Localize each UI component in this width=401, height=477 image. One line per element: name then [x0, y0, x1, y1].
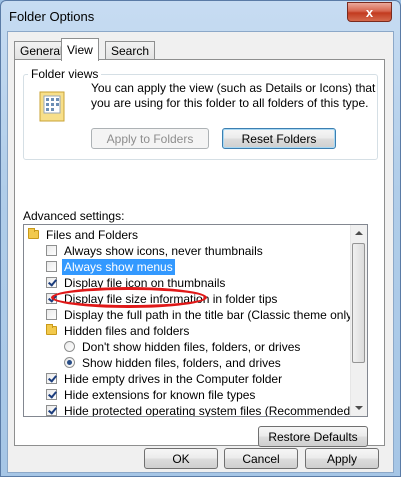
checkbox[interactable] [46, 389, 57, 400]
folder-options-window: Folder Options x General View Search Fol… [0, 0, 401, 477]
ok-button[interactable]: OK [144, 448, 218, 469]
apply-button[interactable]: Apply [305, 448, 379, 469]
folder-views-icon [39, 91, 65, 122]
checkbox[interactable] [46, 309, 57, 320]
radio-button[interactable] [64, 357, 75, 368]
vertical-scrollbar[interactable] [350, 225, 367, 416]
dialog-client-area: General View Search Folder views You can… [7, 31, 394, 473]
scroll-down-icon[interactable] [355, 406, 363, 410]
advanced-settings-heading: Advanced settings: [23, 209, 125, 223]
radio-button[interactable] [64, 341, 75, 352]
checkbox[interactable] [46, 373, 57, 384]
cancel-button[interactable]: Cancel [224, 448, 298, 469]
folder-views-heading: Folder views [28, 67, 102, 81]
scroll-up-icon[interactable] [355, 231, 363, 235]
folder-views-description: You can apply the view (such as Details … [91, 81, 376, 110]
advanced-settings-list[interactable]: Files and Folders Always show icons, nev… [23, 224, 368, 417]
folder-icon [46, 324, 57, 335]
restore-defaults-button[interactable]: Restore Defaults [258, 426, 368, 447]
red-annotation-circle [51, 287, 207, 308]
close-icon: x [365, 4, 374, 20]
folder-icon [28, 228, 39, 239]
view-tab-page: Folder views You can apply the view (suc… [14, 59, 385, 447]
checkbox[interactable] [46, 245, 57, 256]
scroll-thumb[interactable] [352, 243, 365, 363]
checkbox[interactable] [46, 405, 57, 416]
checkbox[interactable] [46, 261, 57, 272]
tab-search[interactable]: Search [105, 41, 156, 60]
tab-view[interactable]: View [61, 38, 99, 61]
window-title: Folder Options [9, 9, 95, 24]
apply-to-folders-button[interactable]: Apply to Folders [91, 128, 209, 149]
folder-views-group: Folder views You can apply the view (suc… [23, 67, 378, 160]
reset-folders-button[interactable]: Reset Folders [222, 128, 336, 149]
checkbox[interactable] [46, 277, 57, 288]
title-bar[interactable]: Folder Options x [1, 1, 400, 31]
close-button[interactable]: x [347, 2, 392, 22]
